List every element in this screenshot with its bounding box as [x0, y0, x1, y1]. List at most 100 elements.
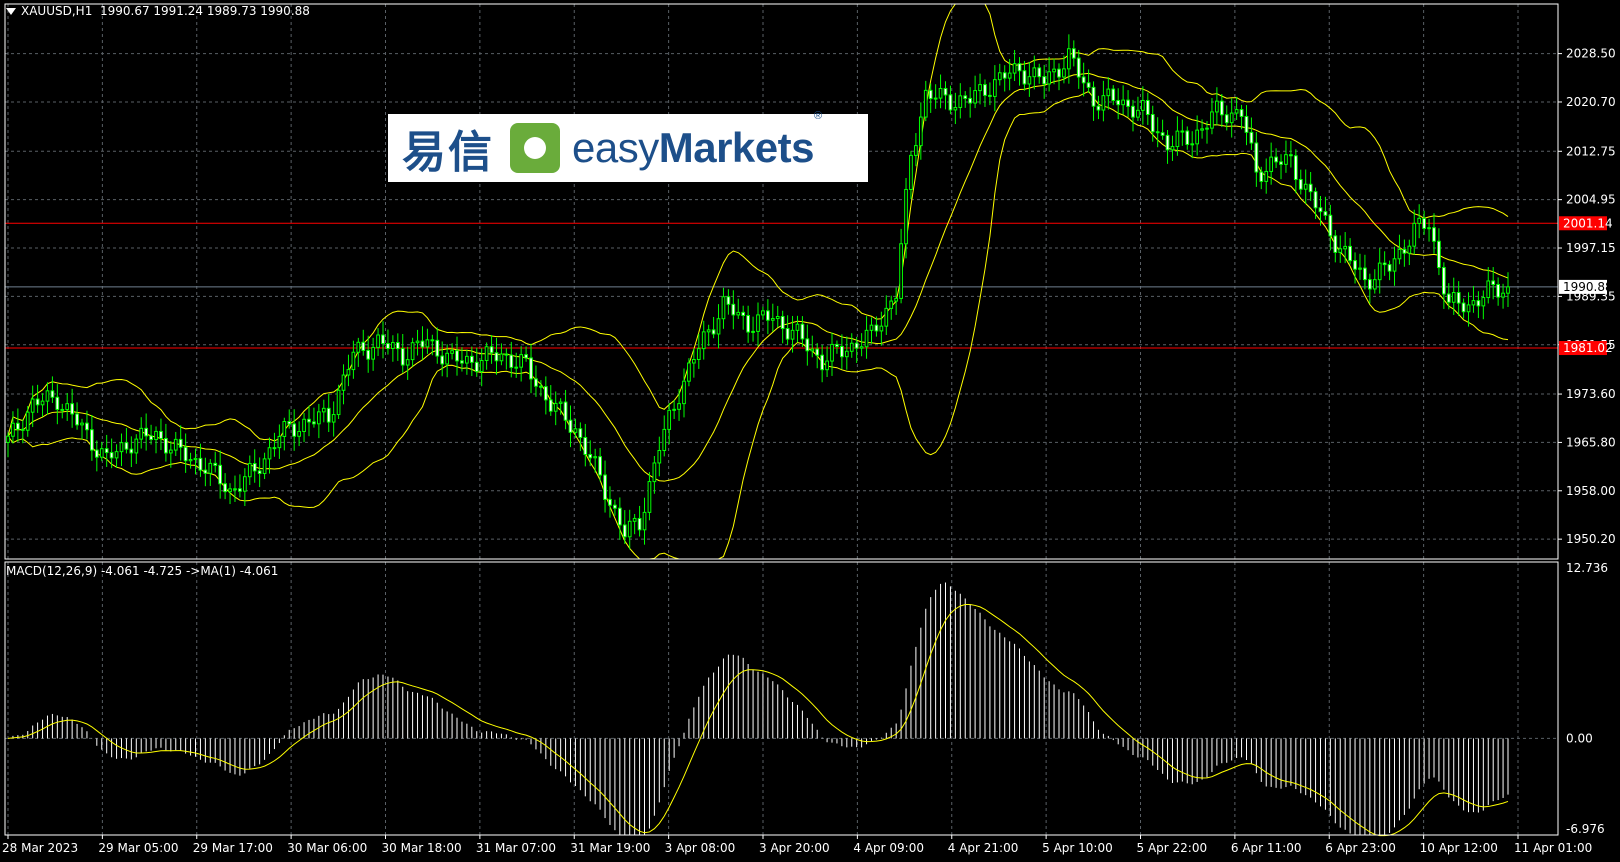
candle-body [983, 84, 987, 96]
candle-body [736, 311, 741, 316]
x-tick-label: 30 Mar 06:00 [287, 841, 367, 855]
candle-body [761, 310, 765, 316]
candle-body [178, 438, 183, 448]
dropdown-triangle-icon[interactable] [6, 8, 16, 15]
candle-body [879, 325, 884, 332]
candle-body [617, 507, 622, 526]
candle-body [790, 329, 795, 340]
candle-body [1106, 88, 1111, 97]
candle-body [1052, 68, 1056, 73]
candle-body [134, 438, 139, 454]
candle-body [820, 354, 825, 371]
candle-body [958, 95, 963, 108]
candle-body [70, 403, 75, 415]
candle-body [805, 338, 810, 352]
x-tick-label: 31 Mar 19:00 [570, 841, 650, 855]
candle-body [1372, 279, 1377, 290]
y-tick-label: 1973.60 [1566, 387, 1616, 401]
x-tick-label: 6 Apr 11:00 [1231, 841, 1302, 855]
candle-body [139, 427, 144, 440]
candle-body [16, 422, 20, 430]
candle-body [1017, 63, 1022, 72]
macd-y-tick-label: 0.00 [1566, 731, 1593, 745]
candle-body [1081, 76, 1086, 84]
candle-body [756, 314, 760, 332]
candle-body [193, 457, 198, 461]
candle-body [874, 324, 879, 332]
candle-body [1427, 227, 1431, 230]
candle-body [825, 360, 829, 371]
x-tick-label: 31 Mar 07:00 [476, 841, 556, 855]
candle-body [1136, 109, 1140, 118]
candle-body [484, 346, 489, 361]
candle-body [312, 421, 316, 425]
candle-body [1318, 207, 1323, 213]
candle-body [159, 430, 163, 439]
candle-body [622, 524, 627, 538]
candle-body [25, 411, 30, 431]
candle-body [1224, 114, 1229, 124]
candle-body [1057, 68, 1061, 78]
candle-body [1062, 68, 1066, 78]
candle-body [1481, 297, 1486, 307]
candle-body [968, 97, 973, 104]
candle-body [1131, 105, 1135, 118]
candle-body [1066, 48, 1071, 70]
candle-body [1037, 67, 1042, 78]
candle-body [1032, 67, 1037, 78]
price-line-label: 1981.02 [1563, 341, 1613, 355]
macd-y-tick-label: -6.976 [1566, 822, 1605, 836]
candle-body [1422, 217, 1426, 229]
candle-body [460, 360, 464, 364]
easymarkets-logo-icon [510, 123, 560, 173]
candle-body [1476, 300, 1481, 307]
x-tick-label: 4 Apr 09:00 [853, 841, 924, 855]
candle-body [228, 488, 232, 493]
candle-body [766, 310, 770, 321]
candle-body [519, 354, 524, 368]
candle-body [1432, 227, 1436, 242]
candle-body [854, 342, 859, 349]
candle-body [603, 474, 607, 500]
candle-body [810, 348, 815, 352]
candle-body [741, 311, 746, 317]
candle-body [1417, 217, 1422, 224]
x-tick-label: 4 Apr 21:00 [948, 841, 1019, 855]
candle-body [632, 517, 637, 522]
logo-cn-text: 易信 [402, 127, 494, 178]
candle-body [711, 329, 716, 335]
candle-body [914, 145, 918, 156]
candle-body [928, 89, 933, 100]
candle-body [1126, 99, 1130, 107]
candle-body [405, 359, 410, 366]
candle-body [652, 462, 657, 483]
logo-en-text: easyMarkets ® [572, 110, 822, 172]
candle-body [351, 351, 356, 371]
candle-body [1150, 114, 1155, 133]
candle-body [1491, 280, 1496, 286]
candle-body [859, 346, 864, 349]
candle-body [1279, 161, 1283, 165]
y-tick-label: 1950.20 [1566, 532, 1616, 546]
candle-body [40, 400, 45, 406]
candle-body [1496, 284, 1500, 298]
candle-body [297, 430, 301, 437]
candle-body [1249, 131, 1254, 144]
candle-body [1091, 86, 1096, 107]
y-tick-label: 2020.70 [1566, 95, 1616, 109]
candle-body [455, 350, 459, 362]
candle-body [65, 403, 70, 410]
candle-body [247, 463, 252, 478]
candle-body [608, 498, 612, 506]
candle-body [1141, 99, 1145, 111]
candle-body [282, 421, 287, 437]
candle-body [548, 399, 553, 412]
candle-body [1348, 245, 1352, 262]
candle-body [336, 389, 341, 416]
candle-body [45, 390, 50, 402]
candle-body [578, 428, 583, 438]
candle-body [716, 318, 721, 335]
candle-body [938, 87, 943, 99]
candle-body [509, 354, 514, 368]
candle-body [119, 442, 124, 453]
